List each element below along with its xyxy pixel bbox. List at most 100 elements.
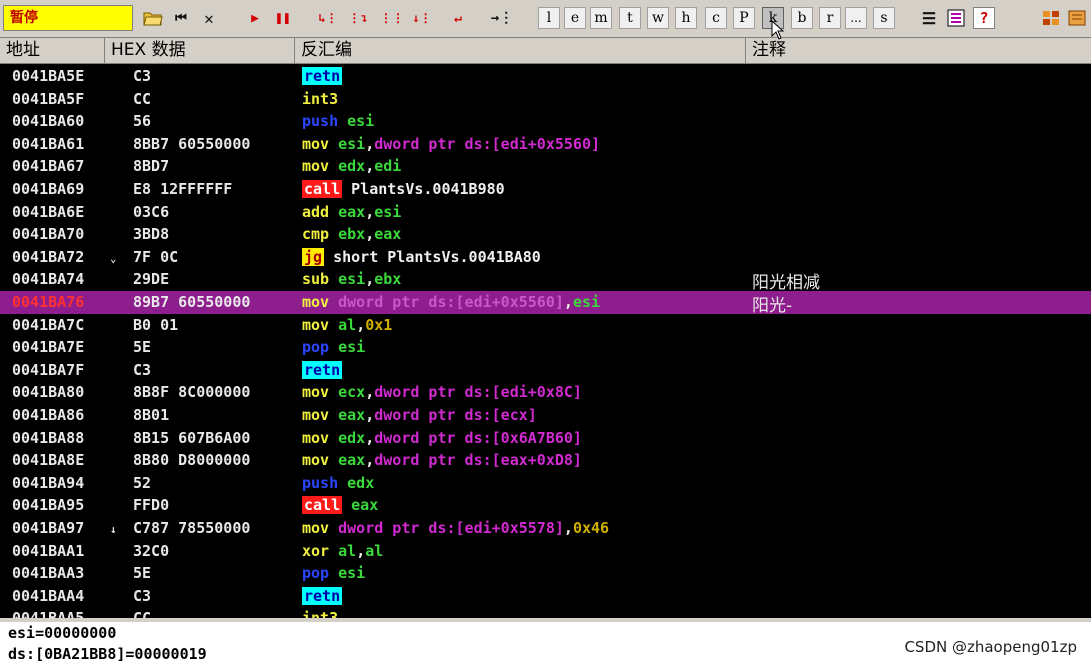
header-hex[interactable]: HEX 数据	[105, 38, 295, 63]
hex-cell: C3	[133, 586, 152, 605]
table-row[interactable]: 0041BA97 C787 78550000 ↓ mov dword ptr ds:[…	[0, 517, 1091, 540]
table-row[interactable]: 0041BA69 E8 12FFFFFF call PlantsVs.0041B98…	[0, 178, 1091, 201]
table-row[interactable]: 0041BAA4 C3 retn	[0, 585, 1091, 608]
table-row[interactable]: 0041BAA5 CC int3	[0, 607, 1091, 618]
table-row[interactable]: 0041BA80 8B8F 8C000000 mov ecx,dword ptr d…	[0, 381, 1091, 404]
hex-cell: 8B80 D8000000	[133, 451, 251, 470]
table-row[interactable]: 0041BA60 56 push esi	[0, 110, 1091, 133]
column-headers: 地址 HEX 数据 反汇编 注释	[0, 38, 1091, 64]
hex-cell: C3	[133, 360, 152, 379]
address-cell: 0041BA70	[12, 225, 85, 244]
table-row[interactable]: 0041BA6E 03C6 add eax,esi	[0, 201, 1091, 224]
close-icon[interactable]: ✕	[198, 7, 220, 29]
window-breakpoints-button[interactable]: b	[791, 7, 813, 29]
address-cell: 0041BAA4	[12, 586, 85, 605]
rewind-icon[interactable]: ⏮	[170, 7, 192, 29]
step-over-icon[interactable]: ⋮↴	[346, 7, 370, 29]
window-log-button[interactable]: l	[538, 7, 560, 29]
disasm-cell: cmp ebx,eax	[302, 225, 401, 243]
mnemonic: pop	[302, 338, 330, 357]
operand: ,	[356, 541, 366, 560]
window-memory-button[interactable]: m	[590, 7, 612, 29]
header-disasm[interactable]: 反汇编	[295, 38, 746, 63]
step-into-icon[interactable]: ↳⋮	[316, 7, 340, 29]
table-row[interactable]: 0041BA7C B0 01 mov al,0x1	[0, 314, 1091, 337]
mnemonic: cmp	[302, 225, 330, 244]
table-row[interactable]: 0041BA86 8B01 mov eax,dword ptr ds:[ecx]	[0, 404, 1091, 427]
disassembly-pane[interactable]: 0041BA5E C3 retn 0041BA5F CC int3 0041BA60 56 pu…	[0, 65, 1091, 618]
address-cell: 0041BAA5	[12, 609, 84, 618]
run-icon[interactable]: ▶	[244, 7, 266, 29]
pause-icon[interactable]: ❚❚	[272, 7, 294, 29]
operand: ,	[365, 225, 375, 244]
plugin2-icon[interactable]	[1066, 7, 1088, 29]
table-row[interactable]: 0041BA95 FFD0 call eax	[0, 494, 1091, 517]
goto-icon[interactable]: →⋮	[490, 7, 514, 29]
plugin-icon[interactable]	[1040, 7, 1062, 29]
hex-cell: C3	[133, 67, 152, 85]
table-row[interactable]: 0041BA72 7F 0C ⌄ jg short PlantsVs.0041BA80	[0, 246, 1091, 269]
jump-arrow-icon: ⌄	[110, 251, 117, 265]
table-row[interactable]: 0041BA7F C3 retn	[0, 359, 1091, 382]
table-row[interactable]: 0041BAA3 5E pop esi	[0, 562, 1091, 585]
address-cell: 0041BA86	[12, 406, 85, 424]
table-row[interactable]: 0041BA5E C3 retn	[0, 65, 1091, 88]
operand: ,	[563, 519, 573, 537]
hex-cell: 32C0	[133, 541, 170, 560]
table-row[interactable]: 0041BA5F CC int3	[0, 88, 1091, 111]
address-cell: 0041BA7E	[12, 338, 85, 357]
operand: ,	[563, 293, 573, 311]
open-file-icon[interactable]	[142, 7, 164, 29]
header-comment[interactable]: 注释	[746, 38, 1091, 63]
mnemonic: mov	[302, 519, 330, 537]
disasm-cell: mov edx,edi	[302, 157, 401, 175]
window-threads-button[interactable]: t	[619, 7, 641, 29]
operand: edx	[338, 157, 366, 176]
window-references-button[interactable]: r	[819, 7, 841, 29]
window-executables-button[interactable]: e	[564, 7, 586, 29]
disasm-cell: jg short PlantsVs.0041BA80	[302, 247, 541, 266]
table-row[interactable]: 0041BA61 8BB7 60550000 mov esi,dword ptr d…	[0, 133, 1091, 156]
window-handles-button[interactable]: h	[675, 7, 697, 29]
table-row[interactable]: 0041BA76 89B7 60550000 mov dword ptr ds:[e…	[0, 291, 1091, 316]
disasm-cell: call eax	[302, 496, 378, 515]
operand: dword ptr ds:[edi+0x5560]	[338, 293, 564, 311]
address-cell: 0041BAA1	[12, 541, 85, 560]
info-line-2: ds:[0BA21BB8]=00000019	[8, 645, 207, 663]
table-row[interactable]: 0041BA70 3BD8 cmp ebx,eax	[0, 223, 1091, 246]
mnemonic: push	[302, 473, 339, 492]
help-icon[interactable]: ?	[973, 7, 995, 29]
address-cell: 0041BA76	[12, 293, 85, 311]
window-windows-button[interactable]: w	[647, 7, 669, 29]
disasm-cell: xor al,al	[302, 542, 383, 560]
address-cell: 0041BA88	[12, 428, 85, 447]
disasm-cell: push edx	[302, 474, 374, 492]
operand: dword ptr ds:[ecx]	[374, 406, 537, 424]
window-patches-button[interactable]: P	[733, 7, 755, 29]
execute-till-return-icon[interactable]: ↵	[446, 7, 470, 29]
table-row[interactable]: 0041BA7E 5E pop esi	[0, 336, 1091, 359]
options-icon[interactable]	[945, 7, 967, 29]
list-icon[interactable]: ☰	[918, 7, 940, 29]
operand: dword ptr ds:[edi+0x8C]	[374, 383, 582, 402]
disasm-cell: add eax,esi	[302, 203, 401, 221]
trace-over-icon[interactable]: ↓⋮	[410, 7, 434, 29]
header-address[interactable]: 地址	[0, 38, 105, 63]
table-row[interactable]: 0041BA67 8BD7 mov edx,edi	[0, 155, 1091, 178]
table-row[interactable]: 0041BA8E 8B80 D8000000 mov eax,dword ptr d…	[0, 449, 1091, 472]
table-row[interactable]: 0041BA94 52 push edx	[0, 472, 1091, 495]
hex-cell: B0 01	[133, 315, 179, 334]
table-row[interactable]: 0041BAA1 32C0 xor al,al	[0, 540, 1091, 563]
window-runtrace-button[interactable]: ...	[845, 7, 867, 29]
trace-into-icon[interactable]: ⋮⋮	[380, 7, 404, 29]
window-source-button[interactable]: s	[873, 7, 895, 29]
hex-cell: FFD0	[133, 496, 170, 515]
jump-arrow-icon: ↓	[110, 523, 117, 536]
hex-cell: 89B7 60550000	[133, 293, 251, 311]
table-row[interactable]: 0041BA74 29DE sub esi,ebx 阳光相减	[0, 268, 1091, 293]
table-row[interactable]: 0041BA88 8B15 607B6A00 mov edx,dword ptr d…	[0, 427, 1091, 450]
address-cell: 0041BA97	[12, 519, 85, 537]
hex-cell: 56	[133, 112, 152, 131]
window-cpu-button[interactable]: c	[705, 7, 727, 29]
address-cell: 0041BA67	[12, 157, 85, 176]
